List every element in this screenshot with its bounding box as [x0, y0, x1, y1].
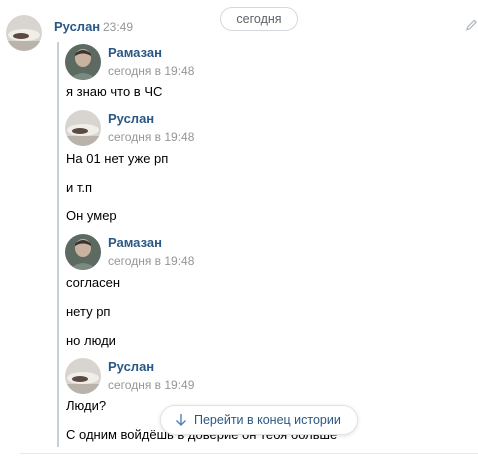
forwarded-author[interactable]: Руслан	[108, 111, 154, 126]
message-text: Люди?	[66, 398, 107, 413]
message-author[interactable]: Руслан	[54, 19, 100, 34]
avatar[interactable]	[65, 358, 101, 394]
forwarded-time[interactable]: сегодня в 19:48	[108, 254, 194, 268]
message-time[interactable]: 23:49	[103, 20, 133, 34]
message-text: Он умер	[66, 208, 117, 223]
avatar[interactable]	[65, 110, 101, 146]
message-text: я знаю что в ЧС	[66, 84, 163, 99]
forwarded-time[interactable]: сегодня в 19:48	[108, 64, 194, 78]
message-text: На 01 нет уже рп	[66, 151, 169, 166]
forwarded-author[interactable]: Рамазан	[108, 45, 162, 60]
forwarded-quote-bar	[57, 42, 59, 447]
jump-to-end-label: Перейти в конец истории	[194, 413, 341, 427]
message-text: и т.п	[66, 180, 93, 195]
forwarded-message-header: Рамазан сегодня в 19:48	[65, 44, 365, 82]
avatar[interactable]	[65, 44, 101, 80]
message-text: нету рп	[66, 304, 111, 319]
forwarded-time[interactable]: сегодня в 19:48	[108, 130, 194, 144]
message-text: но люди	[66, 333, 116, 348]
forwarded-author[interactable]: Руслан	[108, 359, 154, 374]
jump-to-end-button[interactable]: Перейти в конец истории	[160, 405, 358, 435]
avatar[interactable]	[65, 234, 101, 270]
message-header: Руслан 23:49	[0, 0, 478, 51]
forwarded-message-header: Рамазан сегодня в 19:48	[65, 234, 365, 272]
avatar[interactable]	[6, 15, 42, 51]
message-text: согласен	[66, 275, 121, 290]
forwarded-message-header: Руслан сегодня в 19:48	[65, 110, 365, 148]
divider	[20, 453, 478, 454]
forwarded-message-header: Руслан сегодня в 19:49	[65, 358, 365, 396]
forwarded-time[interactable]: сегодня в 19:49	[108, 378, 194, 392]
forwarded-author[interactable]: Рамазан	[108, 235, 162, 250]
arrow-down-icon	[176, 414, 186, 426]
